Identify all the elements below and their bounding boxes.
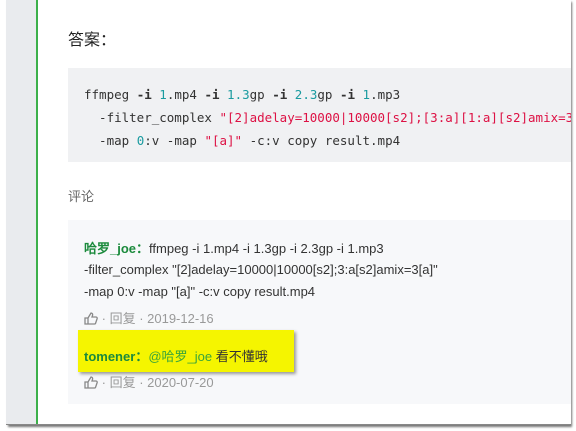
code-line-3: -map 0:v -map "[a]" -c:v copy result.mp4 [84,133,400,148]
code-line-2: -filter_complex "[2]adelay=10000|10000[s… [84,110,571,125]
answer-title: 答案： [68,32,117,49]
comment-2-line: tomener：@哈罗_joe 看不懂哦 [84,346,268,365]
comment-separator: ： [135,349,149,364]
code-block: ffmpeg -i 1.mp4 -i 1.3gp -i 2.3gp -i 1.m… [68,68,571,162]
comment-text: 看不懂哦 [212,349,268,364]
comment-1-line-2: -filter_complex "[2]adelay=10000|10000[s… [84,262,438,277]
code-token: -i [272,87,288,102]
comment-user[interactable]: tomener [84,349,135,364]
code-token: 1.3 [227,87,250,102]
comments-list: 哈罗_joe：ffmpeg -i 1.mp4 -i 1.3gp -i 2.3gp… [68,220,571,404]
code-token: -filter_complex [84,110,220,125]
comment-user[interactable]: 哈罗_joe [84,241,136,256]
comments-label: 评论 [68,189,95,204]
comment-1-meta: · 回复 · 2019-12-16 [84,308,214,327]
reply-button[interactable]: 回复 [110,311,136,326]
comment-date: 2019-12-16 [147,311,214,326]
thumbs-up-icon[interactable] [84,376,98,389]
code-string: "[2]adelay=10000|10000[s2];[3:a][1:a][s2… [219,110,571,125]
code-token: -i [136,87,152,102]
comment-2-meta: · 回复 · 2020-07-20 [84,372,214,391]
code-string: "[a]" [204,133,243,148]
code-token: -c:v copy result.mp4 [242,133,401,148]
comment-text: ffmpeg -i 1.mp4 -i 1.3gp -i 2.3gp -i 1.m… [149,241,384,256]
code-token: 1 [362,87,371,102]
code-token: 1 [159,87,167,102]
code-token: .mp3 [370,87,401,102]
comment-1-line-3: -map 0:v -map "[a]" -c:v copy result.mp4 [84,284,316,299]
code-token: :v -map [144,133,205,148]
code-token: gp [249,87,273,102]
comment-1-line-1: 哈罗_joe：ffmpeg -i 1.mp4 -i 1.3gp -i 2.3gp… [84,238,384,257]
thumbs-up-icon[interactable] [84,312,98,325]
code-token: .mp4 [166,87,205,102]
code-token: ffmpeg [84,87,137,102]
reply-button[interactable]: 回复 [110,375,136,390]
code-token: gp [317,87,340,102]
code-token: -i [204,87,220,102]
code-token: 2.3 [294,87,318,102]
code-line-1: ffmpeg -i 1.mp4 -i 1.3gp -i 2.3gp -i 1.m… [84,87,400,102]
comment-separator: ： [136,241,150,256]
comment-date: 2020-07-20 [147,375,214,390]
mention-link[interactable]: @哈罗_joe [148,349,212,364]
answer-panel: 答案： ffmpeg -i 1.mp4 -i 1.3gp -i 2.3gp -i… [36,0,571,424]
code-token: -map [84,133,137,148]
code-token: -i [339,87,356,102]
